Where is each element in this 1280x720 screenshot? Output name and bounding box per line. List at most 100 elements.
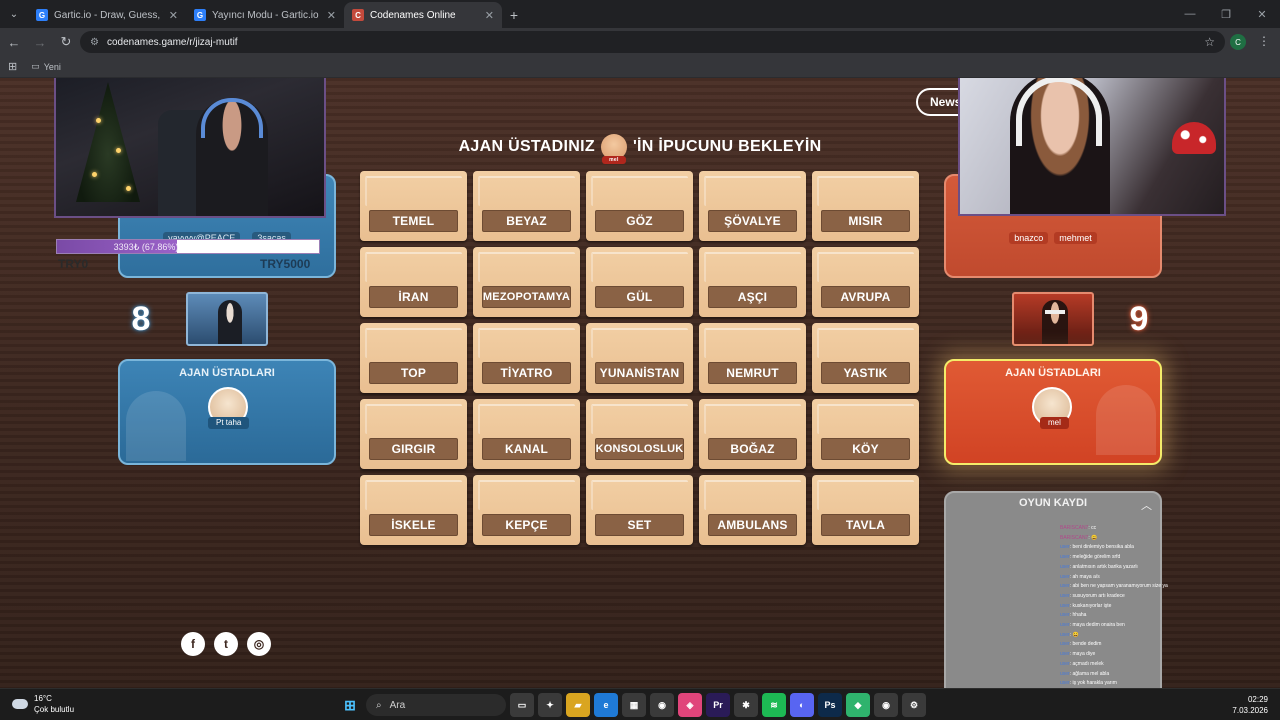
word-card[interactable]: YASTIK — [812, 323, 919, 393]
close-icon[interactable]: ✕ — [327, 9, 336, 22]
weather-widget[interactable]: 16°C Çok bulutlu — [12, 693, 74, 715]
tab-gartic-streamer[interactable]: G Yayıncı Modu - Gartic.io ✕ — [186, 2, 344, 28]
tree-light — [96, 118, 101, 123]
chevron-up-icon[interactable]: ︿ — [1141, 497, 1152, 513]
word-card[interactable]: TEMEL — [360, 171, 467, 241]
minimize-icon[interactable]: — — [1172, 0, 1208, 28]
card-inset — [704, 176, 801, 206]
start-icon[interactable]: ⊞ — [338, 693, 362, 717]
word-card[interactable]: AMBULANS — [699, 475, 806, 545]
store-icon[interactable]: ▦ — [622, 693, 646, 717]
close-window-icon[interactable]: ✕ — [1244, 0, 1280, 28]
card-inset — [817, 480, 914, 510]
word-card[interactable]: KONSOLOSLUK — [586, 399, 693, 469]
spotify-icon[interactable]: ≋ — [762, 693, 786, 717]
bookmark-star-icon[interactable]: ☆ — [1204, 35, 1215, 49]
premiere-icon[interactable]: Pr — [706, 693, 730, 717]
tree-light — [126, 186, 131, 191]
file-explorer-icon[interactable]: ▰ — [566, 693, 590, 717]
word-card[interactable]: KÖY — [812, 399, 919, 469]
word-card[interactable]: KEPÇE — [473, 475, 580, 545]
chat-line: user: iş yok harakla yarım — [1060, 679, 1200, 688]
new-tab-button[interactable]: + — [502, 2, 526, 28]
photoshop-icon[interactable]: Ps — [818, 693, 842, 717]
photos-icon[interactable]: ◈ — [678, 693, 702, 717]
chat-message: : maya dedim onaira ben — [1069, 622, 1125, 629]
chat-line: user: hhaha — [1060, 611, 1200, 621]
restore-icon[interactable]: ❐ — [1208, 0, 1244, 28]
facebook-icon[interactable]: f — [181, 632, 205, 656]
chat-line: user: bende dedim — [1060, 640, 1200, 650]
red-operatives: bnazco mehmet — [946, 232, 1160, 244]
back-icon[interactable]: ← — [2, 30, 26, 54]
taskbar-search[interactable]: ⌕ Ara — [366, 694, 506, 716]
word-card[interactable]: MEZOPOTAMYA — [473, 247, 580, 317]
tab-search-icon[interactable]: ⌄ — [0, 0, 28, 28]
game-log-title: OYUN KAYDI — [1018, 497, 1088, 509]
tab-gartic[interactable]: G Gartic.io - Draw, Guess, WIN ✕ — [28, 2, 186, 28]
card-word: AŞÇI — [708, 286, 797, 308]
word-card[interactable]: SET — [586, 475, 693, 545]
word-card[interactable]: MISIR — [812, 171, 919, 241]
copilot-icon[interactable]: ✦ — [538, 693, 562, 717]
chrome-icon[interactable]: ◉ — [650, 693, 674, 717]
word-card[interactable]: TOP — [360, 323, 467, 393]
word-card[interactable]: GÜL — [586, 247, 693, 317]
word-card[interactable]: AŞÇI — [699, 247, 806, 317]
profile-avatar[interactable]: C — [1230, 34, 1246, 50]
address-bar[interactable]: ⚙ codenames.game/r/jizaj-mutif ☆ — [80, 31, 1225, 53]
blue-agent-portrait — [186, 292, 268, 346]
tab-codenames[interactable]: C Codenames Online ✕ — [344, 2, 502, 28]
card-inset — [478, 480, 575, 510]
word-card[interactable]: GIRGIR — [360, 399, 467, 469]
word-card[interactable]: İRAN — [360, 247, 467, 317]
tree-light — [116, 148, 121, 153]
bookmark-folder[interactable]: Yeni — [44, 62, 61, 72]
forward-icon[interactable]: → — [28, 30, 52, 54]
window-controls: — ❐ ✕ — [1172, 0, 1280, 28]
chat-user: user — [1060, 592, 1070, 599]
agent-figure — [218, 300, 242, 344]
chat-line: user: ah maya a/s — [1060, 573, 1200, 583]
word-card[interactable]: İSKELE — [360, 475, 467, 545]
social-links: f t ◎ — [181, 632, 271, 656]
task-view-icon[interactable]: ▭ — [510, 693, 534, 717]
chat-line: user: maya diye — [1060, 650, 1200, 660]
word-card[interactable]: GÖZ — [586, 171, 693, 241]
close-icon[interactable]: ✕ — [485, 9, 494, 22]
status-text-before: AJAN ÜSTADINIZ — [458, 138, 595, 155]
word-card[interactable]: KANAL — [473, 399, 580, 469]
card-word: TİYATRO — [482, 362, 571, 384]
chrome-profile-icon[interactable]: ◉ — [874, 693, 898, 717]
operative-name: mehmet — [1054, 232, 1097, 244]
discord-icon[interactable]: ◐ — [790, 693, 814, 717]
edge-icon[interactable]: e — [594, 693, 618, 717]
system-clock[interactable]: 02:29 7.03.2026 — [1232, 694, 1268, 716]
word-card[interactable]: AVRUPA — [812, 247, 919, 317]
pinwheel-icon[interactable]: ✱ — [734, 693, 758, 717]
word-card[interactable]: NEMRUT — [699, 323, 806, 393]
app-green-icon[interactable]: ◆ — [846, 693, 870, 717]
chat-user: user — [1060, 641, 1070, 648]
chat-message: : bende dedim — [1069, 641, 1102, 648]
settings-icon[interactable]: ⚙ — [902, 693, 926, 717]
chat-line: user: ağlama mel abla — [1060, 670, 1200, 680]
word-card[interactable]: TİYATRO — [473, 323, 580, 393]
word-card[interactable]: ŞÖVALYE — [699, 171, 806, 241]
menu-icon[interactable]: ⋮ — [1258, 34, 1270, 48]
webcam-overlay-left — [54, 78, 326, 218]
search-icon: ⌕ — [376, 699, 382, 711]
word-card[interactable]: TAVLA — [812, 475, 919, 545]
word-card[interactable]: BEYAZ — [473, 171, 580, 241]
word-card[interactable]: YUNANİSTAN — [586, 323, 693, 393]
chat-user: user — [1060, 670, 1070, 677]
close-icon[interactable]: ✕ — [169, 9, 178, 22]
chat-line: user: anlatmısın artık barika yazarlı — [1060, 563, 1200, 573]
chat-user: user — [1060, 660, 1070, 667]
instagram-icon[interactable]: ◎ — [247, 632, 271, 656]
word-card[interactable]: BOĞAZ — [699, 399, 806, 469]
reload-icon[interactable]: ↻ — [54, 30, 78, 54]
apps-grid-icon[interactable]: ⊞ — [8, 60, 17, 73]
twitter-icon[interactable]: t — [214, 632, 238, 656]
site-info-icon[interactable]: ⚙ — [90, 37, 99, 48]
